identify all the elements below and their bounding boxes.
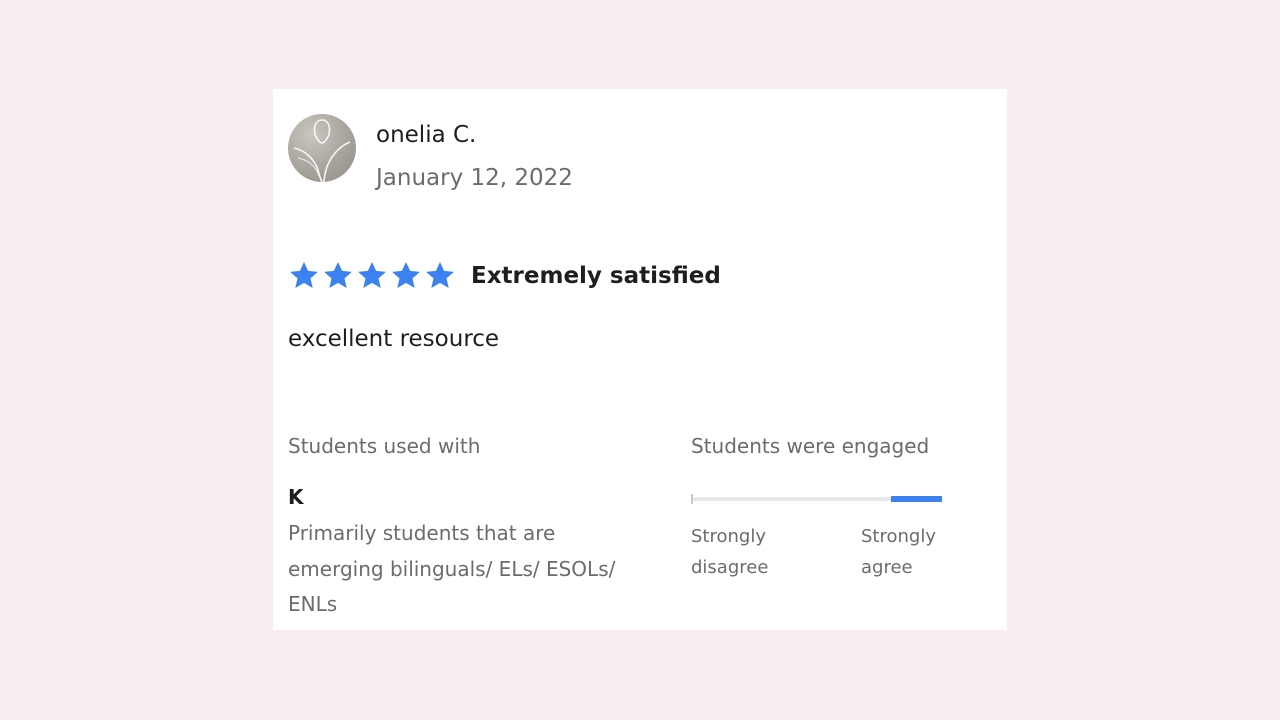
engagement-scale-indicator bbox=[891, 496, 942, 502]
students-used-with-heading: Students used with bbox=[288, 434, 481, 458]
rating-label: Extremely satisfied bbox=[471, 263, 721, 289]
student-population: Primarily students that are emerging bil… bbox=[288, 521, 616, 616]
review-text: excellent resource bbox=[288, 326, 500, 352]
review-date: January 12, 2022 bbox=[376, 165, 573, 191]
star-icon bbox=[426, 262, 454, 288]
grade-level: K bbox=[288, 485, 304, 509]
star-icon bbox=[392, 262, 420, 288]
scale-min-label: Strongly disagree bbox=[691, 526, 769, 578]
star-icon bbox=[358, 262, 386, 288]
reviewer-name: onelia C. bbox=[376, 122, 477, 148]
scale-max-label: Strongly agree bbox=[861, 526, 936, 578]
engagement-scale-start-tick bbox=[691, 494, 693, 504]
students-engaged-heading: Students were engaged bbox=[691, 434, 930, 458]
star-icon bbox=[324, 262, 352, 288]
star-icon bbox=[290, 262, 318, 288]
reviewer-avatar-icon bbox=[293, 119, 351, 182]
review-card: onelia C. January 12, 2022 Extremely sat… bbox=[273, 89, 1007, 630]
reviewer-avatar bbox=[288, 114, 356, 182]
star-rating bbox=[288, 260, 456, 292]
